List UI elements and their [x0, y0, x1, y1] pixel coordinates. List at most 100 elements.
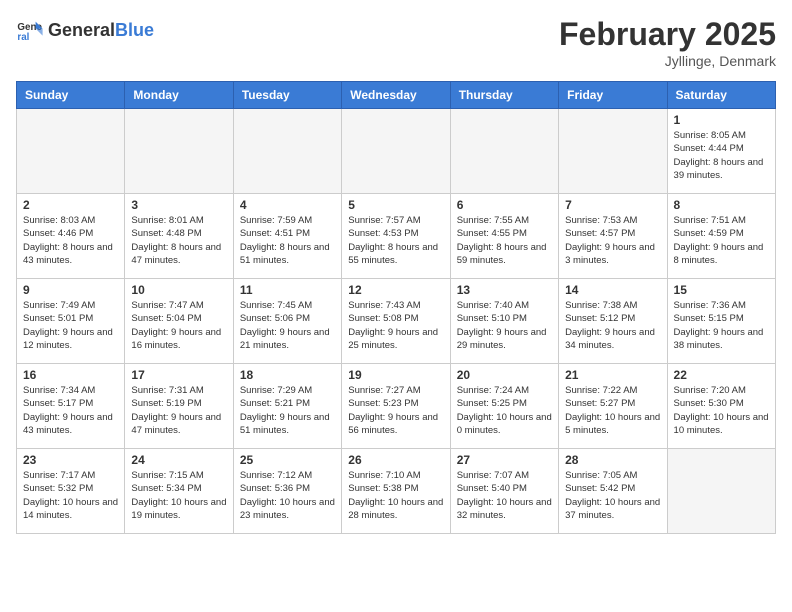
day-info: Sunrise: 7:43 AM Sunset: 5:08 PM Dayligh…	[348, 299, 443, 352]
day-number: 17	[131, 368, 226, 382]
weekday-header-tuesday: Tuesday	[233, 82, 341, 109]
week-row-2: 2 Sunrise: 8:03 AM Sunset: 4:46 PM Daylig…	[17, 194, 776, 279]
calendar-cell	[450, 109, 558, 194]
day-info: Sunrise: 7:10 AM Sunset: 5:38 PM Dayligh…	[348, 469, 443, 522]
day-info: Sunrise: 7:29 AM Sunset: 5:21 PM Dayligh…	[240, 384, 335, 437]
day-info: Sunrise: 7:15 AM Sunset: 5:34 PM Dayligh…	[131, 469, 226, 522]
day-info: Sunrise: 7:24 AM Sunset: 5:25 PM Dayligh…	[457, 384, 552, 437]
location: Jyllinge, Denmark	[559, 53, 776, 69]
calendar-cell	[125, 109, 233, 194]
day-info: Sunrise: 7:12 AM Sunset: 5:36 PM Dayligh…	[240, 469, 335, 522]
logo-blue-text: Blue	[115, 20, 154, 41]
day-number: 13	[457, 283, 552, 297]
calendar-cell	[342, 109, 450, 194]
day-number: 16	[23, 368, 118, 382]
week-row-3: 9 Sunrise: 7:49 AM Sunset: 5:01 PM Daylig…	[17, 279, 776, 364]
weekday-header-friday: Friday	[559, 82, 667, 109]
day-info: Sunrise: 8:03 AM Sunset: 4:46 PM Dayligh…	[23, 214, 118, 267]
calendar-cell: 21 Sunrise: 7:22 AM Sunset: 5:27 PM Dayli…	[559, 364, 667, 449]
weekday-header-thursday: Thursday	[450, 82, 558, 109]
day-info: Sunrise: 7:27 AM Sunset: 5:23 PM Dayligh…	[348, 384, 443, 437]
day-info: Sunrise: 7:49 AM Sunset: 5:01 PM Dayligh…	[23, 299, 118, 352]
day-info: Sunrise: 7:17 AM Sunset: 5:32 PM Dayligh…	[23, 469, 118, 522]
day-info: Sunrise: 7:31 AM Sunset: 5:19 PM Dayligh…	[131, 384, 226, 437]
calendar-table: SundayMondayTuesdayWednesdayThursdayFrid…	[16, 81, 776, 534]
day-number: 14	[565, 283, 660, 297]
day-number: 23	[23, 453, 118, 467]
weekday-header-monday: Monday	[125, 82, 233, 109]
week-row-5: 23 Sunrise: 7:17 AM Sunset: 5:32 PM Dayli…	[17, 449, 776, 534]
calendar-cell: 6 Sunrise: 7:55 AM Sunset: 4:55 PM Daylig…	[450, 194, 558, 279]
day-number: 19	[348, 368, 443, 382]
calendar-cell: 3 Sunrise: 8:01 AM Sunset: 4:48 PM Daylig…	[125, 194, 233, 279]
day-number: 9	[23, 283, 118, 297]
day-info: Sunrise: 7:51 AM Sunset: 4:59 PM Dayligh…	[674, 214, 769, 267]
week-row-4: 16 Sunrise: 7:34 AM Sunset: 5:17 PM Dayli…	[17, 364, 776, 449]
calendar-cell: 10Sunrise: 7:47 AM Sunset: 5:04 PM Dayli…	[125, 279, 233, 364]
calendar-cell: 11 Sunrise: 7:45 AM Sunset: 5:06 PM Dayli…	[233, 279, 341, 364]
day-info: Sunrise: 7:40 AM Sunset: 5:10 PM Dayligh…	[457, 299, 552, 352]
day-number: 27	[457, 453, 552, 467]
calendar-cell: 22 Sunrise: 7:20 AM Sunset: 5:30 PM Dayli…	[667, 364, 775, 449]
calendar-cell: 26 Sunrise: 7:10 AM Sunset: 5:38 PM Dayli…	[342, 449, 450, 534]
day-number: 20	[457, 368, 552, 382]
day-number: 2	[23, 198, 118, 212]
calendar-cell	[17, 109, 125, 194]
day-info: Sunrise: 7:55 AM Sunset: 4:55 PM Dayligh…	[457, 214, 552, 267]
calendar-cell: 25 Sunrise: 7:12 AM Sunset: 5:36 PM Dayli…	[233, 449, 341, 534]
day-info: Sunrise: 7:22 AM Sunset: 5:27 PM Dayligh…	[565, 384, 660, 437]
title-block: February 2025 Jyllinge, Denmark	[559, 16, 776, 69]
day-info: Sunrise: 7:53 AM Sunset: 4:57 PM Dayligh…	[565, 214, 660, 267]
day-number: 26	[348, 453, 443, 467]
day-info: Sunrise: 7:45 AM Sunset: 5:06 PM Dayligh…	[240, 299, 335, 352]
page-header: Gene ral GeneralBlue February 2025 Jylli…	[16, 16, 776, 69]
day-info: Sunrise: 7:05 AM Sunset: 5:42 PM Dayligh…	[565, 469, 660, 522]
day-number: 15	[674, 283, 769, 297]
month-title: February 2025	[559, 16, 776, 53]
day-number: 8	[674, 198, 769, 212]
day-number: 4	[240, 198, 335, 212]
logo-icon: Gene ral	[16, 16, 44, 44]
calendar-cell: 9 Sunrise: 7:49 AM Sunset: 5:01 PM Daylig…	[17, 279, 125, 364]
calendar-cell	[667, 449, 775, 534]
calendar-cell: 13 Sunrise: 7:40 AM Sunset: 5:10 PM Dayli…	[450, 279, 558, 364]
calendar-cell	[559, 109, 667, 194]
day-number: 5	[348, 198, 443, 212]
day-number: 6	[457, 198, 552, 212]
calendar-cell: 12Sunrise: 7:43 AM Sunset: 5:08 PM Dayli…	[342, 279, 450, 364]
day-info: Sunrise: 7:20 AM Sunset: 5:30 PM Dayligh…	[674, 384, 769, 437]
day-number: 22	[674, 368, 769, 382]
calendar-cell: 5Sunrise: 7:57 AM Sunset: 4:53 PM Daylig…	[342, 194, 450, 279]
calendar-cell: 2 Sunrise: 8:03 AM Sunset: 4:46 PM Daylig…	[17, 194, 125, 279]
day-number: 28	[565, 453, 660, 467]
day-number: 11	[240, 283, 335, 297]
calendar-cell: 16 Sunrise: 7:34 AM Sunset: 5:17 PM Dayli…	[17, 364, 125, 449]
calendar-cell: 14 Sunrise: 7:38 AM Sunset: 5:12 PM Dayli…	[559, 279, 667, 364]
weekday-header-row: SundayMondayTuesdayWednesdayThursdayFrid…	[17, 82, 776, 109]
calendar-cell: 1 Sunrise: 8:05 AM Sunset: 4:44 PM Daylig…	[667, 109, 775, 194]
calendar-cell: 18 Sunrise: 7:29 AM Sunset: 5:21 PM Dayli…	[233, 364, 341, 449]
day-number: 3	[131, 198, 226, 212]
day-number: 18	[240, 368, 335, 382]
calendar-cell: 28 Sunrise: 7:05 AM Sunset: 5:42 PM Dayli…	[559, 449, 667, 534]
week-row-1: 1 Sunrise: 8:05 AM Sunset: 4:44 PM Daylig…	[17, 109, 776, 194]
day-info: Sunrise: 7:36 AM Sunset: 5:15 PM Dayligh…	[674, 299, 769, 352]
calendar-cell: 19 Sunrise: 7:27 AM Sunset: 5:23 PM Dayli…	[342, 364, 450, 449]
day-number: 25	[240, 453, 335, 467]
day-info: Sunrise: 8:01 AM Sunset: 4:48 PM Dayligh…	[131, 214, 226, 267]
day-info: Sunrise: 8:05 AM Sunset: 4:44 PM Dayligh…	[674, 129, 769, 182]
calendar-cell: 15 Sunrise: 7:36 AM Sunset: 5:15 PM Dayli…	[667, 279, 775, 364]
day-number: 10	[131, 283, 226, 297]
day-info: Sunrise: 7:38 AM Sunset: 5:12 PM Dayligh…	[565, 299, 660, 352]
calendar-cell: 24Sunrise: 7:15 AM Sunset: 5:34 PM Dayli…	[125, 449, 233, 534]
calendar-cell: 27 Sunrise: 7:07 AM Sunset: 5:40 PM Dayli…	[450, 449, 558, 534]
day-number: 21	[565, 368, 660, 382]
weekday-header-sunday: Sunday	[17, 82, 125, 109]
day-info: Sunrise: 7:07 AM Sunset: 5:40 PM Dayligh…	[457, 469, 552, 522]
calendar-cell: 4Sunrise: 7:59 AM Sunset: 4:51 PM Daylig…	[233, 194, 341, 279]
day-info: Sunrise: 7:34 AM Sunset: 5:17 PM Dayligh…	[23, 384, 118, 437]
logo-general-text: General	[48, 20, 115, 41]
calendar-cell: 20 Sunrise: 7:24 AM Sunset: 5:25 PM Dayli…	[450, 364, 558, 449]
calendar-cell	[233, 109, 341, 194]
day-number: 1	[674, 113, 769, 127]
